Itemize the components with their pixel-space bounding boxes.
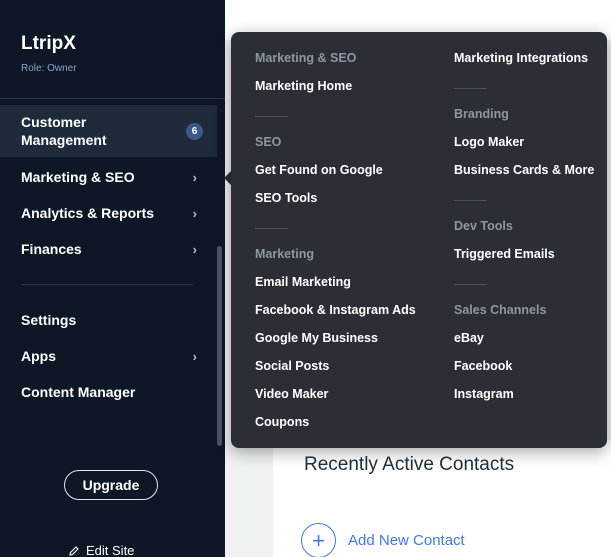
sidebar-divider — [0, 98, 225, 99]
edit-site-button[interactable]: Edit Site — [68, 543, 134, 557]
menu-item-business-cards[interactable]: Business Cards & More — [454, 163, 594, 177]
chevron-right-icon: › — [192, 348, 197, 364]
sidebar-item-label: Customer Management — [21, 114, 107, 148]
menu-divider — [454, 200, 487, 201]
section-heading-seo: SEO — [255, 135, 282, 149]
sidebar-item-apps[interactable]: Apps › — [0, 339, 217, 373]
menu-item-ebay[interactable]: eBay — [454, 331, 484, 345]
menu-divider — [454, 284, 487, 285]
upgrade-button[interactable]: Upgrade — [64, 470, 158, 500]
section-heading-dev-tools: Dev Tools — [454, 219, 513, 233]
add-new-contact-button[interactable]: + Add New Contact — [301, 523, 465, 557]
notification-badge: 6 — [186, 123, 203, 140]
menu-item-instagram[interactable]: Instagram — [454, 387, 514, 401]
menu-item-get-found-on-google[interactable]: Get Found on Google — [255, 163, 383, 177]
menu-item-social-posts[interactable]: Social Posts — [255, 359, 329, 373]
sidebar-item-analytics-reports[interactable]: Analytics & Reports › — [0, 196, 217, 230]
sidebar-item-settings[interactable]: Settings — [0, 303, 217, 337]
menu-item-triggered-emails[interactable]: Triggered Emails — [454, 247, 555, 261]
menu-item-facebook-instagram-ads[interactable]: Facebook & Instagram Ads — [255, 303, 416, 317]
menu-divider — [255, 116, 288, 117]
chevron-right-icon: › — [192, 169, 197, 185]
menu-item-logo-maker[interactable]: Logo Maker — [454, 135, 524, 149]
sidebar-item-label: Finances — [21, 241, 82, 257]
menu-item-email-marketing[interactable]: Email Marketing — [255, 275, 351, 289]
pencil-icon — [69, 545, 79, 556]
sidebar-item-finances[interactable]: Finances › — [0, 232, 217, 266]
section-heading-marketing-seo: Marketing & SEO — [255, 51, 357, 65]
menu-item-coupons[interactable]: Coupons — [255, 415, 309, 429]
chevron-right-icon: › — [192, 205, 197, 221]
sidebar: LtripX Role: Owner Customer Management 6… — [0, 0, 225, 557]
menu-divider — [454, 88, 487, 89]
menu-item-marketing-integrations[interactable]: Marketing Integrations — [454, 51, 588, 65]
add-new-contact-label: Add New Contact — [348, 532, 465, 549]
section-heading-branding: Branding — [454, 107, 509, 121]
marketing-seo-flyout-menu: Marketing & SEO Marketing Home SEO Get F… — [231, 32, 607, 448]
menu-item-marketing-home[interactable]: Marketing Home — [255, 79, 352, 93]
chevron-right-icon: › — [192, 241, 197, 257]
section-heading-sales-channels: Sales Channels — [454, 303, 547, 317]
menu-item-facebook[interactable]: Facebook — [454, 359, 512, 373]
menu-divider — [255, 228, 288, 229]
sidebar-divider — [21, 284, 193, 285]
menu-item-google-my-business[interactable]: Google My Business — [255, 331, 378, 345]
plus-icon: + — [301, 523, 336, 557]
sidebar-item-label: Apps — [21, 348, 56, 364]
sidebar-item-label: Content Manager — [21, 384, 136, 400]
sidebar-item-marketing-seo[interactable]: Marketing & SEO › — [0, 160, 217, 194]
recent-contacts-title: Recently Active Contacts — [304, 454, 515, 475]
sidebar-item-label: Analytics & Reports — [21, 205, 155, 221]
site-name[interactable]: LtripX — [21, 33, 76, 55]
edit-site-label: Edit Site — [86, 543, 135, 557]
sidebar-scrollbar[interactable] — [217, 246, 222, 446]
sidebar-item-label: Marketing & SEO — [21, 169, 135, 185]
sidebar-item-label: Settings — [21, 312, 77, 328]
sidebar-item-content-manager[interactable]: Content Manager — [0, 375, 217, 409]
section-heading-marketing: Marketing — [255, 247, 315, 261]
menu-item-video-maker[interactable]: Video Maker — [255, 387, 328, 401]
menu-item-seo-tools[interactable]: SEO Tools — [255, 191, 317, 205]
sidebar-item-customer-management[interactable]: Customer Management 6 — [0, 105, 217, 157]
role-label: Role: Owner — [21, 63, 77, 74]
